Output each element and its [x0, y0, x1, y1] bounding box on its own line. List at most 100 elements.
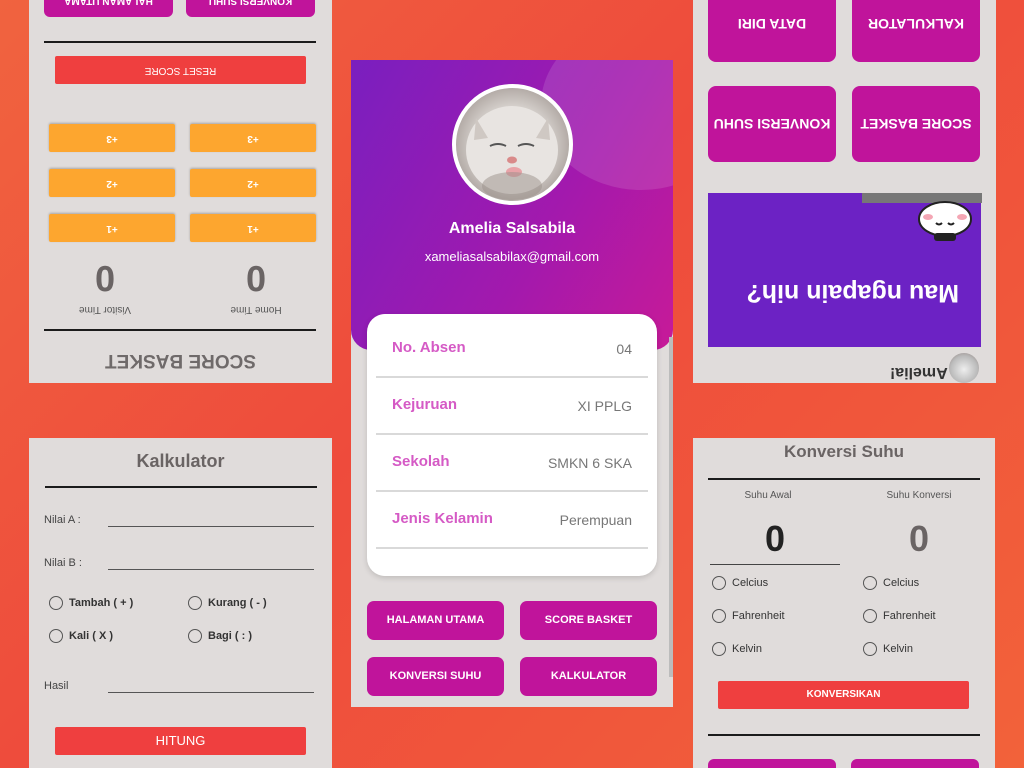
- radio-circle-icon: [712, 609, 726, 623]
- radio-bagi[interactable]: Bagi ( : ): [188, 629, 252, 643]
- info-label: No. Absen: [392, 339, 466, 356]
- input-underline: [710, 564, 840, 565]
- radio-label: Kali ( X ): [69, 630, 114, 642]
- hasil-field: [108, 692, 314, 693]
- halaman-utama-nav-button[interactable]: HALAMAN UTAMA: [44, 0, 173, 17]
- radio-label: Tambah ( + ): [69, 597, 134, 609]
- radio-label: Fahrenheit: [883, 610, 936, 622]
- info-label: Jenis Kelamin: [392, 510, 493, 527]
- radio-label: Bagi ( : ): [208, 630, 252, 642]
- radio-to-kelvin[interactable]: Kelvin: [863, 642, 913, 656]
- kalkulator-screen: Kalkulator Nilai A : Nilai B : Tambah ( …: [29, 438, 332, 768]
- konversi-suhu-nav-button[interactable]: KONVERSI SUHU: [186, 0, 315, 17]
- score-basket-screen: SCORE BASKET Home Time Visitor Time 0 0 …: [29, 0, 332, 383]
- divider: [708, 734, 980, 736]
- radio-circle-icon: [712, 576, 726, 590]
- info-value: Perempuan: [559, 512, 632, 528]
- tile-kalkulator[interactable]: KALKULATOR: [852, 0, 980, 62]
- info-value: 04: [616, 341, 632, 357]
- nilai-b-label: Nilai B :: [44, 557, 82, 569]
- banner-text: Mau ngapain nih?: [746, 279, 960, 307]
- konversi-suhu-screen: Konversi Suhu Suhu Awal Suhu Konversi 0 …: [693, 438, 995, 768]
- hitung-button[interactable]: HITUNG: [55, 727, 306, 755]
- home-score: 0: [245, 258, 267, 299]
- radio-from-fahrenheit[interactable]: Fahrenheit: [712, 609, 785, 623]
- profile-info-card: No. Absen 04 Kejuruan XI PPLG Sekolah SM…: [367, 314, 657, 576]
- scrollbar[interactable]: [669, 337, 673, 677]
- nav-button[interactable]: [851, 759, 979, 768]
- divider: [44, 329, 316, 331]
- radio-label: Kelvin: [732, 643, 762, 655]
- radio-circle-icon: [712, 642, 726, 656]
- info-value: XI PPLG: [577, 398, 632, 414]
- tile-score-basket[interactable]: KONVERSI SUHU: [708, 86, 836, 162]
- konversi-suhu-button[interactable]: KONVERSI SUHU: [367, 657, 504, 696]
- info-label: Sekolah: [392, 453, 450, 470]
- home-plus2-button[interactable]: +2: [190, 169, 316, 197]
- visitor-label: Visitor Time: [78, 304, 132, 315]
- home-plus3-button[interactable]: +3: [190, 124, 316, 152]
- nav-button[interactable]: [708, 759, 836, 768]
- radio-tambah[interactable]: Tambah ( + ): [49, 596, 133, 610]
- kalkulator-title: Kalkulator: [136, 451, 225, 471]
- profile-email: xameliasalsabilax@gmail.com: [424, 249, 600, 264]
- home-plus1-button[interactable]: +1: [190, 214, 316, 242]
- info-row: Kejuruan XI PPLG: [376, 378, 648, 435]
- profile-header: Amelia Salsabila xameliasalsabilax@gmail…: [351, 60, 673, 350]
- konversi-suhu-title: Konversi Suhu: [784, 442, 904, 461]
- divider: [45, 486, 317, 488]
- profile-photo: [452, 84, 573, 205]
- visitor-plus3-button[interactable]: +3: [49, 124, 175, 152]
- nilai-a-label: Nilai A :: [44, 514, 81, 526]
- tile-data-diri[interactable]: DATA DIRI: [708, 0, 836, 62]
- radio-from-kelvin[interactable]: Kelvin: [712, 642, 762, 656]
- kalkulator-button[interactable]: KALKULATOR: [520, 657, 657, 696]
- visitor-plus2-button[interactable]: +2: [49, 169, 175, 197]
- radio-label: Kelvin: [883, 643, 913, 655]
- avatar: [949, 353, 979, 383]
- radio-circle-icon: [863, 642, 877, 656]
- suhu-awal-input[interactable]: 0: [715, 518, 835, 560]
- radio-label: Celcius: [883, 577, 920, 589]
- halaman-utama-button[interactable]: HALAMAN UTAMA: [367, 601, 504, 640]
- info-value: SMKN 6 SKA: [547, 455, 632, 471]
- radio-label: Fahrenheit: [732, 610, 785, 622]
- welcome-banner: Mau ngapain nih?: [708, 193, 982, 347]
- suhu-konversi-value: 0: [908, 518, 930, 559]
- visitor-score: 0: [94, 258, 116, 299]
- tile-konversi-suhu[interactable]: SCORE BASKET: [852, 86, 980, 162]
- info-label: Kejuruan: [392, 396, 458, 413]
- radio-kali[interactable]: Kali ( X ): [49, 629, 113, 643]
- info-row: Sekolah SMKN 6 SKA: [376, 435, 648, 492]
- divider: [44, 41, 316, 43]
- radio-kurang[interactable]: Kurang ( - ): [188, 596, 267, 610]
- score-basket-title: SCORE BASKET: [105, 350, 256, 371]
- info-row: Jenis Kelamin Perempuan: [376, 492, 648, 549]
- mascot-icon: [918, 201, 972, 241]
- score-basket-button[interactable]: SCORE BASKET: [520, 601, 657, 640]
- reset-score-button[interactable]: RESET SCORE: [55, 56, 306, 84]
- cat-photo-icon: [466, 106, 558, 200]
- radio-circle-icon: [863, 609, 877, 623]
- profile-screen: Amelia Salsabila xameliasalsabilax@gmail…: [351, 60, 673, 707]
- info-row: No. Absen 04: [376, 321, 648, 378]
- home-label: Home Time: [230, 304, 282, 315]
- radio-circle-icon: [863, 576, 877, 590]
- suhu-konversi-label: Suhu Konversi: [886, 490, 952, 501]
- radio-circle-icon: [49, 629, 63, 643]
- radio-from-celcius[interactable]: Celcius: [712, 576, 768, 590]
- home-menu-screen: Hi, Amelia! Mau ngapain nih? SCORE BASKE…: [693, 0, 996, 383]
- nilai-b-input[interactable]: [108, 569, 314, 570]
- konversikan-button[interactable]: KONVERSIKAN: [718, 681, 969, 709]
- radio-circle-icon: [188, 596, 202, 610]
- nilai-a-input[interactable]: [108, 526, 314, 527]
- score-basket-content: SCORE BASKET Home Time Visitor Time 0 0 …: [29, 0, 332, 383]
- radio-circle-icon: [49, 596, 63, 610]
- profile-name: Amelia Salsabila: [448, 220, 576, 237]
- hasil-label: Hasil: [44, 680, 69, 692]
- radio-to-celcius[interactable]: Celcius: [863, 576, 919, 590]
- suhu-awal-label: Suhu Awal: [744, 490, 792, 501]
- radio-label: Celcius: [732, 577, 769, 589]
- radio-to-fahrenheit[interactable]: Fahrenheit: [863, 609, 936, 623]
- visitor-plus1-button[interactable]: +1: [49, 214, 175, 242]
